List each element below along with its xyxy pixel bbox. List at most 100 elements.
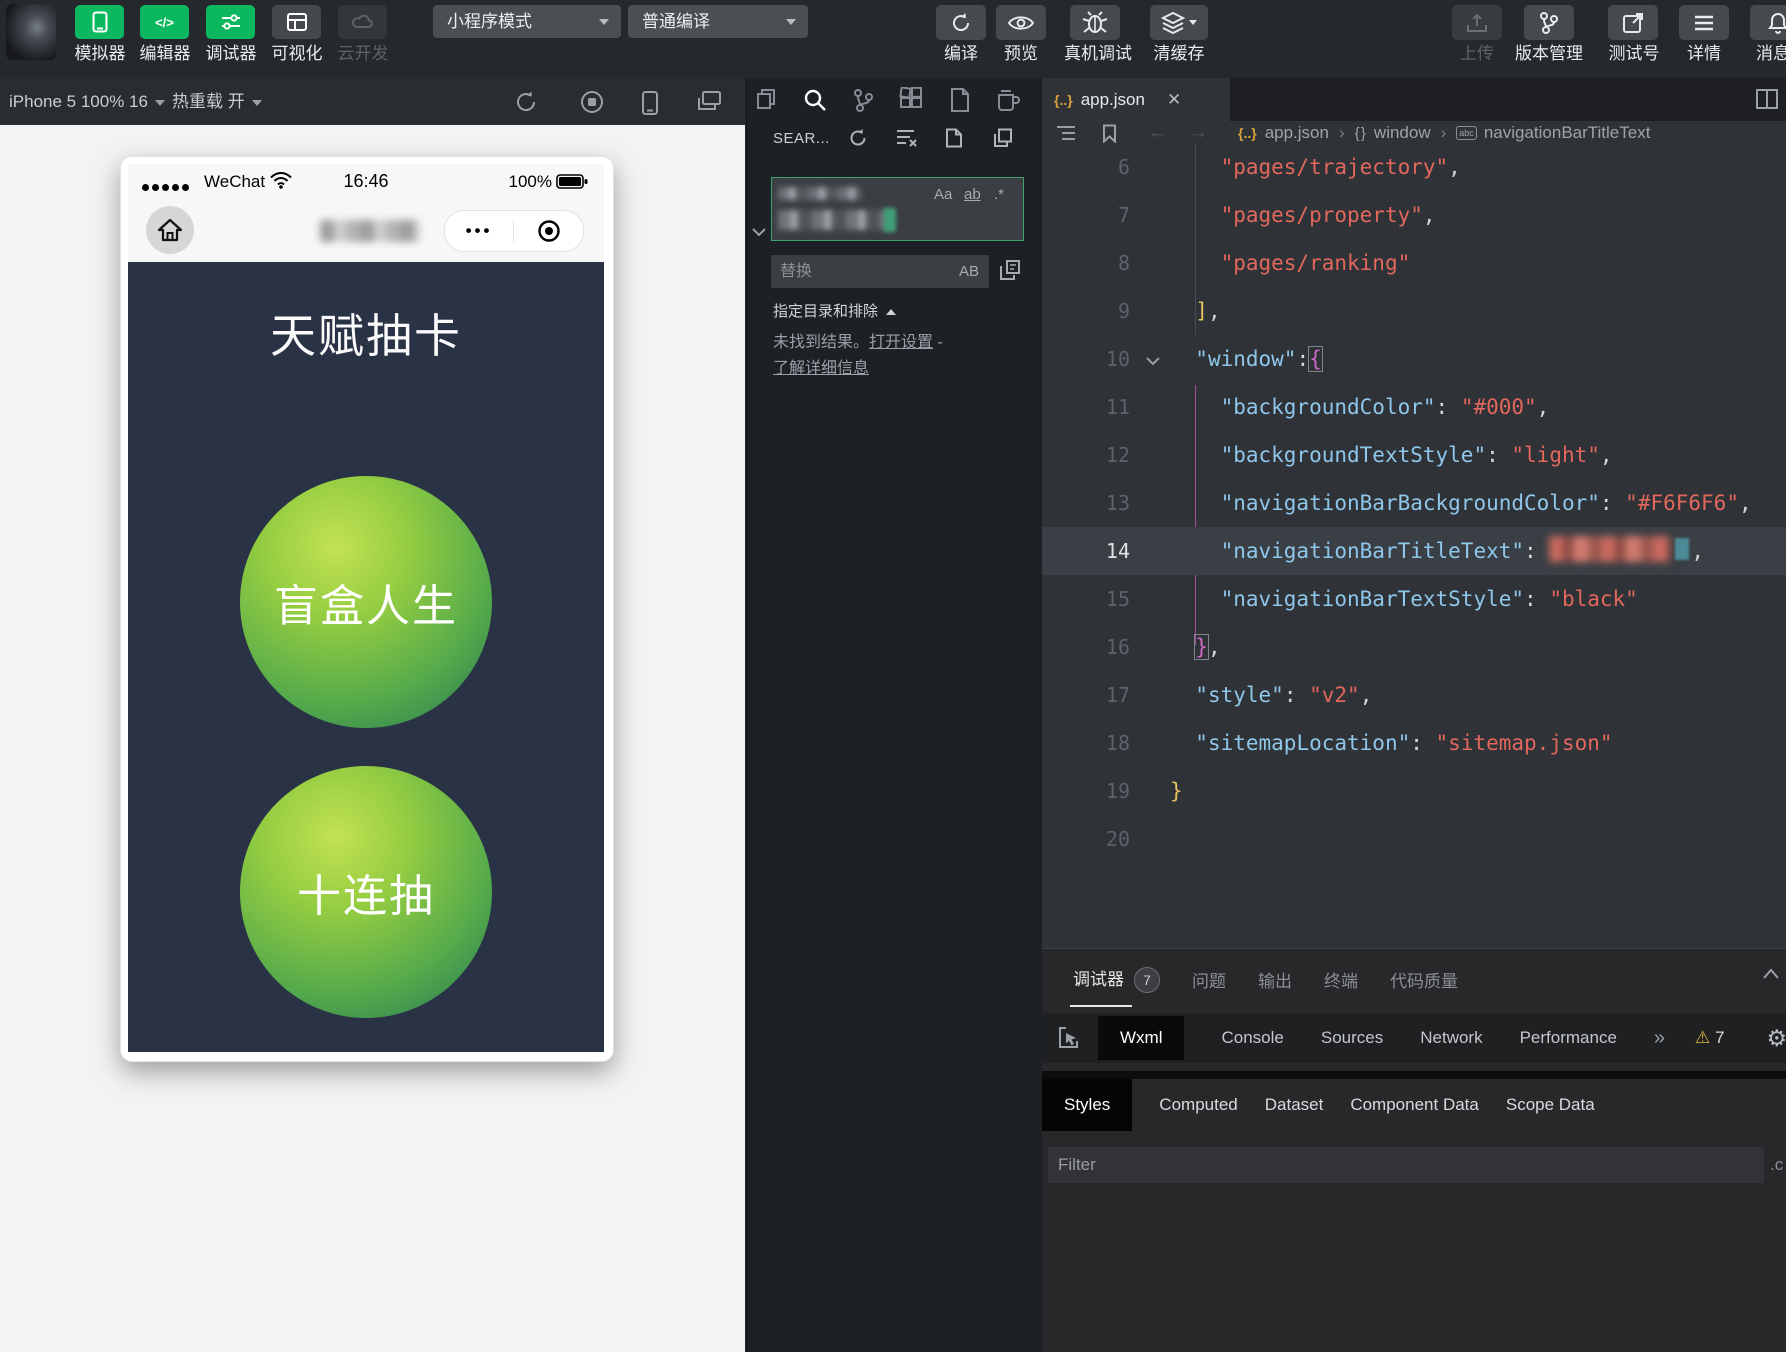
cls-toggle-partial[interactable]: .c (1770, 1147, 1783, 1183)
code-line-17[interactable]: 17 "style": "v2", (1042, 671, 1786, 719)
gear-icon[interactable]: ⚙ (1767, 1025, 1786, 1052)
details-button[interactable] (1679, 5, 1729, 40)
line-number[interactable]: 12 (1042, 431, 1130, 479)
hot-reload-dropdown[interactable]: 热重载 开 (172, 78, 262, 125)
coffee-icon[interactable] (995, 87, 1021, 113)
code-line-6[interactable]: 6 "pages/trajectory", (1042, 143, 1786, 191)
refresh-search-icon[interactable] (848, 128, 868, 148)
line-number[interactable]: 8 (1042, 239, 1130, 287)
line-number[interactable]: 11 (1042, 383, 1130, 431)
more-tabs-icon[interactable]: » (1654, 1027, 1665, 1050)
editor-button[interactable]: </> (140, 5, 189, 39)
warning-badge[interactable]: ⚠ 7 (1695, 1028, 1724, 1048)
code-line-7[interactable]: 7 "pages/property", (1042, 191, 1786, 239)
tab-app-json[interactable]: {..} app.json ✕ (1042, 78, 1230, 121)
line-number[interactable]: 7 (1042, 191, 1130, 239)
upload-button[interactable] (1452, 5, 1502, 40)
clear-cache-button[interactable] (1150, 5, 1208, 40)
user-avatar[interactable] (6, 4, 56, 60)
files-icon[interactable] (753, 87, 779, 113)
code-line-8[interactable]: 8 "pages/ranking" (1042, 239, 1786, 287)
device-debug-button[interactable] (1070, 5, 1120, 40)
open-settings-link[interactable]: 打开设置 (869, 334, 933, 351)
outline-list-icon[interactable] (1056, 124, 1076, 142)
simulator-button[interactable] (75, 5, 124, 39)
messages-button[interactable] (1750, 5, 1786, 40)
whole-word-icon[interactable]: ab (964, 186, 981, 203)
line-number[interactable]: 14 (1042, 527, 1130, 575)
collapse-panel-chevron-icon[interactable] (1762, 967, 1780, 981)
breadcrumb-leaf[interactable]: navigationBarTitleText (1484, 123, 1651, 143)
line-number[interactable]: 10 (1042, 335, 1130, 383)
devtools-tab-wxml[interactable]: Wxml (1098, 1016, 1184, 1060)
code-line-14[interactable]: 14 "navigationBarTitleText": , (1042, 527, 1786, 575)
test-account-button[interactable] (1608, 5, 1658, 40)
replace-all-icon[interactable] (999, 259, 1021, 281)
line-number[interactable]: 19 (1042, 767, 1130, 815)
draw-button-ten-pull[interactable]: 十连抽 (240, 766, 492, 1018)
compile-mode-dropdown[interactable]: 普通编译 (628, 5, 808, 38)
fold-chevron-icon[interactable] (1138, 335, 1168, 383)
replace-input[interactable]: 替换 AB (771, 255, 989, 288)
line-number[interactable]: 15 (1042, 575, 1130, 623)
code-line-18[interactable]: 18 "sitemapLocation": "sitemap.json" (1042, 719, 1786, 767)
more-dots-icon[interactable]: ••• (445, 211, 513, 251)
preserve-case-icon[interactable]: AB (959, 255, 979, 288)
inspector-tab-computed[interactable]: Computed (1159, 1095, 1237, 1115)
code-line-9[interactable]: 9 ], (1042, 287, 1786, 335)
phone-view-icon[interactable] (640, 90, 664, 114)
cascade-windows-icon[interactable] (696, 90, 720, 114)
code-line-12[interactable]: 12 "backgroundTextStyle": "light", (1042, 431, 1786, 479)
breadcrumb-file[interactable]: app.json (1265, 123, 1329, 143)
code-line-19[interactable]: 19} (1042, 767, 1786, 815)
code-line-15[interactable]: 15 "navigationBarTextStyle": "black" (1042, 575, 1786, 623)
preview-button[interactable] (996, 5, 1046, 40)
new-search-editor-icon[interactable] (944, 128, 964, 148)
forward-arrow-icon[interactable]: → (1189, 122, 1208, 144)
draw-button-blind-box[interactable]: 盲盒人生 (240, 476, 492, 728)
inspector-tab-styles[interactable]: Styles (1042, 1079, 1132, 1131)
debugger-tab-1[interactable]: 调试器7 (1073, 965, 1160, 994)
line-number[interactable]: 18 (1042, 719, 1130, 767)
inspector-tab-component-data[interactable]: Component Data (1350, 1095, 1479, 1115)
code-line-16[interactable]: 16 }, (1042, 623, 1786, 671)
code-area[interactable]: 6 "pages/trajectory",7 "pages/property",… (1042, 143, 1786, 948)
debugger-tab-5[interactable]: 代码质量 (1390, 967, 1458, 992)
home-button[interactable] (146, 206, 194, 254)
open-in-editor-icon[interactable] (993, 128, 1013, 148)
toggle-replace-chevron-icon[interactable] (751, 224, 767, 240)
devtools-tab-performance[interactable]: Performance (1520, 1028, 1617, 1048)
breadcrumb-node[interactable]: window (1374, 123, 1431, 143)
code-line-11[interactable]: 11 "backgroundColor": "#000", (1042, 383, 1786, 431)
close-icon[interactable]: ✕ (1167, 90, 1181, 110)
rotate-icon[interactable] (514, 90, 538, 114)
back-arrow-icon[interactable]: ← (1148, 122, 1167, 144)
device-dropdown[interactable]: iPhone 5 100% 16 (9, 78, 165, 125)
code-line-10[interactable]: 10 "window":{ (1042, 335, 1786, 383)
code-line-20[interactable]: 20 (1042, 815, 1786, 863)
regex-icon[interactable]: .* (994, 186, 1004, 203)
devtools-tab-console[interactable]: Console (1221, 1028, 1283, 1048)
search-directory-toggle[interactable]: 指定目录和排除 (773, 300, 896, 321)
debugger-tab-3[interactable]: 输出 (1258, 967, 1292, 992)
inspector-tab-dataset[interactable]: Dataset (1265, 1095, 1324, 1115)
extensions-icon[interactable] (898, 87, 924, 113)
devtools-tab-sources[interactable]: Sources (1321, 1028, 1383, 1048)
record-icon[interactable] (580, 90, 604, 114)
debugger-button[interactable] (206, 5, 255, 39)
split-editor-icon[interactable] (1756, 89, 1778, 109)
line-number[interactable]: 16 (1042, 623, 1130, 671)
inspector-tab-scope-data[interactable]: Scope Data (1506, 1095, 1595, 1115)
visual-button[interactable] (272, 5, 321, 39)
inspect-element-icon[interactable] (1056, 1025, 1082, 1051)
version-button[interactable] (1524, 5, 1574, 40)
mode-dropdown[interactable]: 小程序模式 (433, 5, 621, 38)
exit-target-icon[interactable] (514, 219, 583, 243)
code-line-13[interactable]: 13 "navigationBarBackgroundColor": "#F6F… (1042, 479, 1786, 527)
line-number[interactable]: 20 (1042, 815, 1130, 863)
style-filter-input[interactable]: Filter (1048, 1147, 1764, 1183)
bookmark-icon[interactable] (1102, 124, 1122, 142)
capsule-button[interactable]: ••• (444, 210, 584, 252)
clear-results-icon[interactable] (896, 128, 916, 148)
line-number[interactable]: 6 (1042, 143, 1130, 191)
